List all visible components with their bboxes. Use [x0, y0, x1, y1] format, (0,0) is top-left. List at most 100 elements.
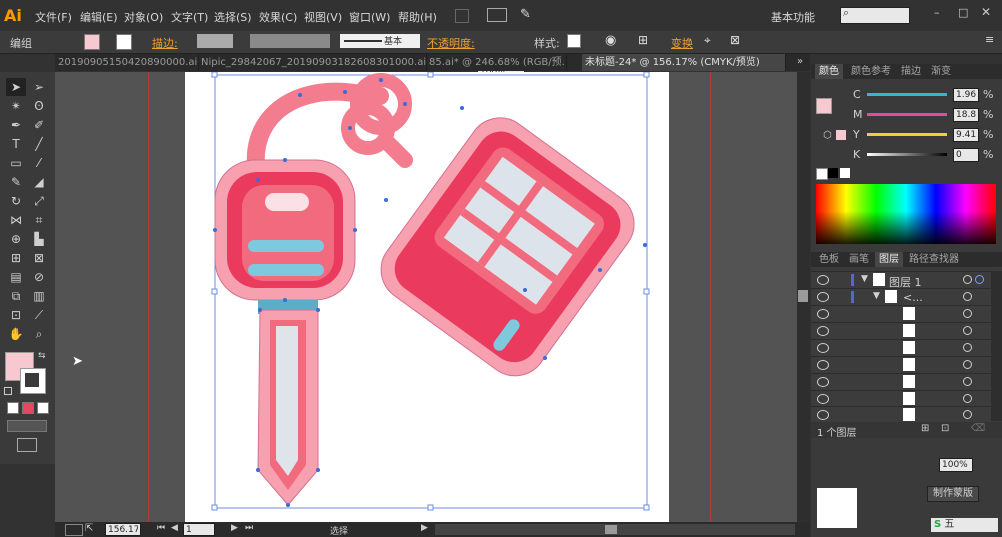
graphic-style-swatch[interactable]	[567, 34, 581, 48]
tab-brushes[interactable]: 画笔	[845, 252, 873, 267]
transform-label[interactable]: 变换	[671, 35, 693, 51]
eraser-icon[interactable]: ◢	[29, 173, 49, 191]
stroke-weight-field[interactable]	[197, 34, 233, 48]
target-circle-icon[interactable]	[963, 326, 972, 335]
sublayer-row[interactable]	[811, 322, 991, 339]
new-sublayer-icon[interactable]: ⊞	[921, 423, 929, 434]
tab-pathfinder[interactable]: 路径查找器	[905, 252, 963, 267]
slice-tool-icon[interactable]: ⟋	[29, 306, 49, 324]
layers-scrollbar[interactable]	[991, 271, 1002, 421]
sublayer-row[interactable]	[811, 390, 991, 407]
visibility-eye-icon[interactable]	[817, 292, 829, 302]
paintbrush-icon[interactable]: ⁄	[29, 154, 49, 172]
visibility-eye-icon[interactable]	[817, 275, 829, 285]
horizontal-scrollbar[interactable]	[435, 524, 795, 535]
visibility-eye-icon[interactable]	[817, 377, 829, 387]
blend-tool-icon[interactable]: ⧉	[6, 287, 26, 305]
menu-file[interactable]: 文件(F)	[35, 9, 72, 25]
eyedropper-icon[interactable]: ⊘	[29, 268, 49, 286]
workspace-switcher[interactable]: 基本功能	[771, 9, 815, 25]
target-circle-icon[interactable]	[963, 292, 972, 301]
magic-wand-icon[interactable]: ✴	[6, 97, 26, 115]
make-mask-button[interactable]: 制作蒙版	[927, 486, 979, 502]
expand-triangle-icon[interactable]: ▼	[873, 291, 880, 301]
draw-mode-icon[interactable]	[7, 420, 47, 432]
sublayer-row[interactable]	[811, 305, 991, 322]
visibility-eye-icon[interactable]	[817, 309, 829, 319]
visibility-eye-icon[interactable]	[817, 394, 829, 404]
cmyk-field-k[interactable]	[953, 148, 979, 162]
tab-stroke[interactable]: 描边	[897, 64, 925, 79]
shape-builder-icon[interactable]: ⊕	[6, 230, 26, 248]
menu-type[interactable]: 文字(T)	[171, 9, 208, 25]
curvature-tool-icon[interactable]: ✐	[29, 116, 49, 134]
group-name[interactable]: <...	[903, 291, 923, 304]
maximize-icon[interactable]: □	[958, 6, 968, 19]
expand-triangle-icon[interactable]: ▼	[861, 274, 868, 284]
direct-selection-tool-icon[interactable]: ➢	[29, 78, 49, 96]
tab-doc-1[interactable]: 20190905150420890000.ai*	[55, 54, 199, 71]
visibility-eye-icon[interactable]	[817, 326, 829, 336]
tab-doc-3[interactable]: 85.ai* @ 246.68% (RGB/预...	[426, 54, 567, 71]
screen-mode-icon[interactable]	[17, 438, 37, 452]
tab-color-guide[interactable]: 颜色参考	[847, 64, 895, 79]
tab-color[interactable]: 颜色	[815, 64, 843, 79]
none-mode-icon[interactable]	[37, 402, 49, 414]
next-artboard-icon[interactable]: ▶	[231, 523, 238, 533]
menu-window[interactable]: 窗口(W)	[349, 9, 390, 25]
menu-effect[interactable]: 效果(C)	[259, 9, 297, 25]
status-menu-icon[interactable]: ▶	[421, 523, 428, 533]
default-colors-icon[interactable]	[4, 387, 12, 395]
target-circle-icon[interactable]	[963, 309, 972, 318]
type-tool-icon[interactable]: T	[6, 135, 26, 153]
sublayer-row[interactable]	[811, 356, 991, 373]
cmyk-field-y[interactable]	[953, 128, 979, 142]
black-swatch[interactable]	[828, 168, 838, 178]
target-circle-icon[interactable]	[963, 410, 972, 419]
sublayer-row[interactable]	[811, 373, 991, 390]
pencil-icon[interactable]: ✎	[6, 173, 26, 191]
menu-view[interactable]: 视图(V)	[304, 9, 342, 25]
variable-width-profile[interactable]	[250, 34, 330, 48]
group-row[interactable]: ▼ <...	[811, 288, 991, 305]
menu-select[interactable]: 选择(S)	[214, 9, 252, 25]
rotate-tool-icon[interactable]: ↻	[6, 192, 26, 210]
target-circle-icon[interactable]	[963, 377, 972, 386]
minimize-icon[interactable]: –	[934, 6, 940, 19]
stroke-color-box[interactable]	[20, 368, 46, 394]
options-icon[interactable]: ⊠	[730, 33, 740, 47]
opacity-label[interactable]: 不透明度:	[427, 35, 475, 51]
first-artboard-icon[interactable]: ⏮	[157, 523, 165, 533]
menu-edit[interactable]: 编辑(E)	[80, 9, 118, 25]
tab-gradient[interactable]: 渐变	[927, 64, 955, 79]
tabs-overflow-icon[interactable]: »	[797, 56, 803, 67]
key-artwork[interactable]	[185, 72, 669, 522]
close-icon[interactable]: ✕	[981, 5, 991, 19]
delete-layer-icon[interactable]: ⌫	[971, 423, 985, 434]
isolate-icon[interactable]: ⌖	[704, 33, 711, 48]
cmyk-slider-k[interactable]	[867, 153, 947, 156]
free-transform-icon[interactable]: ⌗	[29, 211, 49, 229]
line-tool-icon[interactable]: ╱	[29, 135, 49, 153]
pen-tool-icon[interactable]: ✒	[6, 116, 26, 134]
search-input[interactable]	[840, 7, 910, 24]
fill-swatch[interactable]	[84, 34, 100, 50]
target-circle-icon[interactable]	[963, 394, 972, 403]
brush-definition[interactable]: 基本	[340, 34, 420, 48]
visibility-eye-icon[interactable]	[817, 343, 829, 353]
cmyk-slider-c[interactable]	[867, 93, 947, 96]
last-artboard-icon[interactable]: ⏭	[245, 523, 253, 533]
color-mode-icon[interactable]	[7, 402, 19, 414]
horizontal-scroll-thumb[interactable]	[605, 525, 617, 534]
vertical-scrollbar[interactable]	[797, 72, 810, 522]
hand-tool-icon[interactable]: ✋	[6, 325, 26, 343]
panel-fill-swatch[interactable]	[816, 98, 832, 114]
target-circle-icon[interactable]	[963, 343, 972, 352]
arrange-documents-icon[interactable]	[487, 8, 507, 22]
artboard-number-field[interactable]	[183, 523, 215, 536]
selection-indicator-icon[interactable]	[975, 275, 984, 284]
zoom-field[interactable]	[105, 523, 141, 536]
stroke-label[interactable]: 描边:	[152, 35, 178, 51]
scale-tool-icon[interactable]: ⤢	[29, 192, 49, 210]
target-circle-icon[interactable]	[963, 275, 972, 284]
